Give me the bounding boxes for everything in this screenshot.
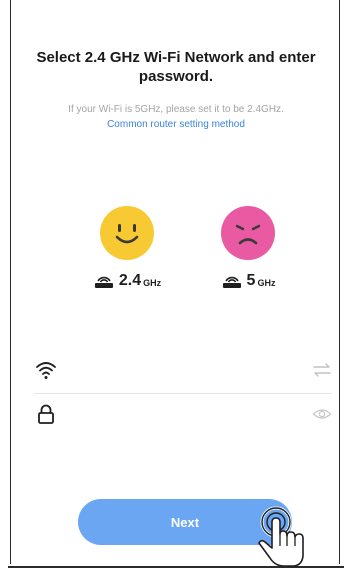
band-hint-text: If your Wi-Fi is 5GHz, please set it to … — [68, 104, 284, 115]
password-input[interactable] — [68, 402, 298, 426]
switch-network-icon[interactable] — [312, 361, 332, 379]
lock-icon — [34, 402, 58, 426]
router-icon — [221, 273, 243, 289]
band-number: 5 — [246, 272, 256, 289]
router-setting-link[interactable]: Common router setting method — [20, 118, 332, 131]
page-title: Select 2.4 GHz Wi-Fi Network and enter p… — [36, 49, 316, 85]
smiley-face-icon — [100, 206, 154, 260]
band-number: 2.4 — [118, 272, 142, 289]
router-icon — [93, 273, 115, 289]
password-field — [34, 396, 332, 432]
band-label-5ghz: 5 GHz — [198, 272, 298, 290]
band-unit: GHz — [257, 278, 276, 288]
band-unit: GHz — [143, 278, 162, 288]
eye-icon[interactable] — [312, 405, 332, 423]
band-5ghz: 5 GHz — [198, 206, 298, 296]
band-label-2-4ghz: 2.4 GHz — [77, 272, 177, 290]
band-2-4ghz: 2.4 GHz — [77, 206, 177, 296]
next-button[interactable]: Next — [78, 499, 292, 545]
sad-face-icon — [221, 206, 275, 260]
wifi-icon — [34, 358, 58, 382]
screen-bottom-edge — [8, 566, 344, 568]
wifi-name-input[interactable] — [68, 358, 298, 382]
wifi-name-field — [34, 352, 332, 388]
field-divider — [34, 393, 332, 394]
